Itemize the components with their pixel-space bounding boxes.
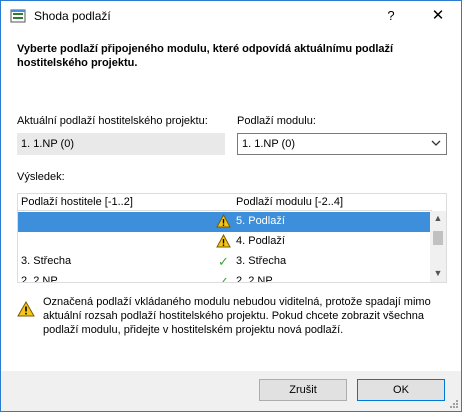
table-row[interactable]: 5. Podlaží (18, 212, 432, 232)
host-cell: 3. Střecha (21, 255, 72, 267)
module-cell: 4. Podlaží (236, 235, 285, 247)
result-label: Výsledek: (17, 171, 65, 183)
module-story-label: Podlaží modulu: (237, 115, 316, 127)
dialog-footer: Zrušit OK (1, 371, 461, 411)
scroll-thumb[interactable] (433, 231, 443, 245)
module-story-select[interactable]: 1. 1.NP (0) (237, 133, 447, 155)
chevron-down-icon (431, 140, 441, 146)
column-header-host[interactable]: Podlaží hostitele [-1..2] (21, 196, 133, 208)
table-header: Podlaží hostitele [-1..2] Podlaží modulu… (18, 194, 432, 211)
check-icon: ✓ (218, 274, 229, 283)
help-button[interactable]: ? (381, 6, 401, 26)
check-icon: ✓ (218, 254, 229, 269)
warning-icon (216, 234, 231, 248)
close-button[interactable]: ✕ (428, 6, 448, 26)
cancel-button[interactable]: Zrušit (259, 379, 347, 401)
table-scrollbar[interactable]: ▲ ▼ (430, 211, 446, 282)
host-story-value: 1. 1.NP (0) (21, 138, 74, 150)
column-header-module[interactable]: Podlaží modulu [-2..4] (236, 196, 343, 208)
ok-button[interactable]: OK (357, 379, 445, 401)
table-row[interactable]: 3. Střecha ✓ 3. Střecha (18, 252, 432, 272)
module-story-value: 1. 1.NP (0) (242, 138, 295, 150)
app-icon (10, 9, 26, 23)
scroll-up-icon[interactable]: ▲ (430, 213, 446, 227)
window-title: Shoda podlaží (34, 9, 111, 23)
module-cell: 5. Podlaží (236, 215, 285, 227)
table-row[interactable]: 4. Podlaží (18, 232, 432, 252)
host-story-field: 1. 1.NP (0) (17, 133, 225, 155)
dialog-window: Shoda podlaží ? ✕ Vyberte podlaží připoj… (0, 0, 462, 412)
host-story-label: Aktuální podlaží hostitelského projektu: (17, 115, 208, 127)
title-bar[interactable]: Shoda podlaží ? ✕ (1, 1, 461, 31)
module-cell: 3. Střecha (236, 255, 287, 267)
story-table: Podlaží hostitele [-1..2] Podlaží modulu… (17, 193, 447, 283)
dialog-content: Vyberte podlaží připojeného modulu, kter… (1, 31, 461, 371)
scroll-down-icon[interactable]: ▼ (430, 268, 446, 282)
warning-icon (216, 214, 231, 228)
resize-grip-icon[interactable] (449, 399, 459, 409)
instruction-text: Vyberte podlaží připojeného modulu, kter… (17, 43, 394, 69)
warning-icon (17, 301, 35, 317)
warning-note: Označená podlaží vkládaného modulu nebud… (43, 296, 431, 336)
table-row[interactable]: 2. 2.NP ✓ 2. 2.NP (18, 272, 432, 283)
host-cell: 2. 2.NP (21, 275, 58, 283)
module-cell: 2. 2.NP (236, 275, 273, 283)
